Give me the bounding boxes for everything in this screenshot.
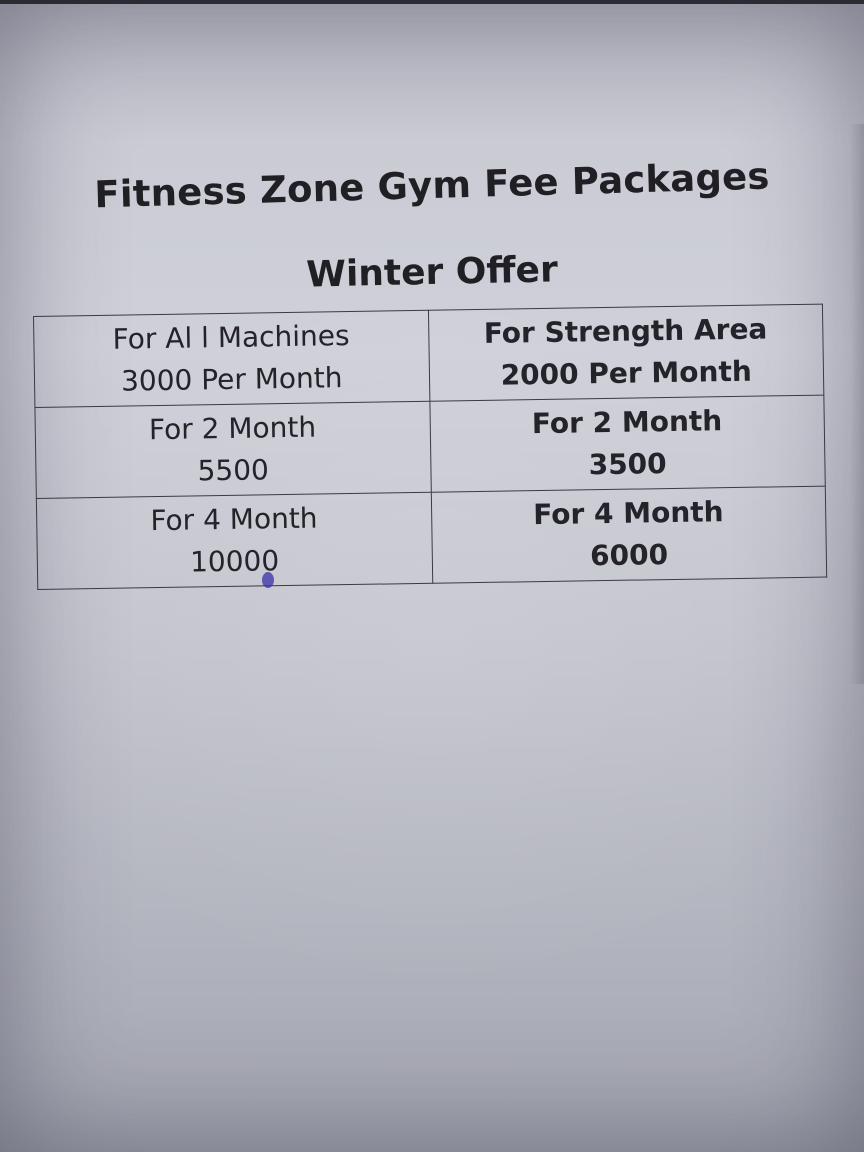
package-price: 3000 Per Month [120, 361, 343, 398]
package-duration: For 4 Month [532, 495, 724, 532]
package-price: 10000 [189, 544, 280, 579]
document-title: Fitness Zone Gym Fee Packages [93, 154, 771, 217]
package-price: 5500 [197, 453, 270, 488]
package-duration: For 4 Month [150, 501, 318, 538]
table-row: For Al l Machines 3000 Per Month For Str… [33, 304, 824, 408]
package-cell-strength-2-month: For 2 Month 3500 [429, 395, 826, 493]
package-label: For Strength Area [483, 312, 768, 350]
package-cell-strength-area: For Strength Area 2000 Per Month [427, 304, 824, 402]
package-label: For Al l Machines [112, 319, 350, 356]
package-duration: For 2 Month [531, 404, 723, 441]
package-price: 3500 [588, 447, 667, 482]
document-subtitle: Winter Offer [305, 249, 559, 296]
package-cell-all-machines: For Al l Machines 3000 Per Month [33, 310, 430, 408]
pen-ink-mark [262, 572, 274, 588]
package-price: 2000 Per Month [500, 354, 753, 392]
fee-packages-table: For Al l Machines 3000 Per Month For Str… [33, 304, 827, 590]
paper-edge-shadow [850, 124, 864, 684]
paper-sheet: Fitness Zone Gym Fee Packages Winter Off… [0, 4, 864, 1152]
package-cell-strength-4-month: For 4 Month 6000 [430, 486, 827, 584]
table-row: For 4 Month 10000 For 4 Month 6000 [36, 486, 827, 590]
package-cell-all-machines-2-month: For 2 Month 5500 [34, 401, 431, 499]
package-cell-all-machines-4-month: For 4 Month 10000 [36, 492, 433, 590]
package-price: 6000 [589, 538, 669, 573]
table-row: For 2 Month 5500 For 2 Month 3500 [34, 395, 826, 499]
package-duration: For 2 Month [148, 410, 317, 447]
